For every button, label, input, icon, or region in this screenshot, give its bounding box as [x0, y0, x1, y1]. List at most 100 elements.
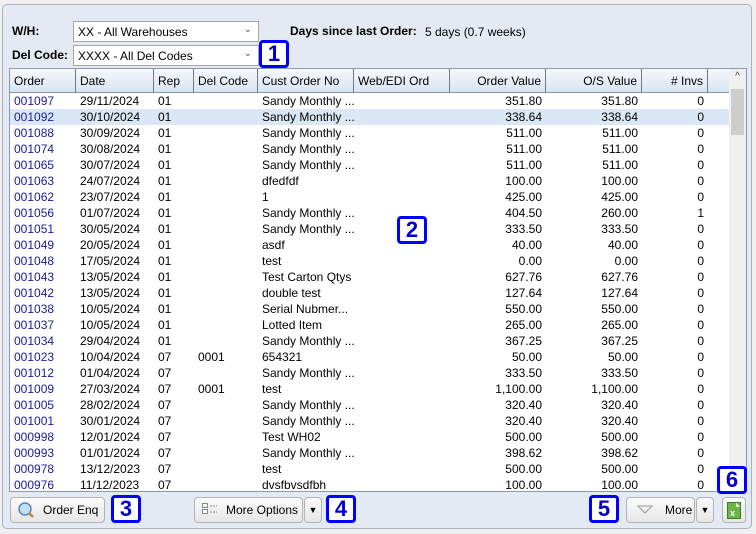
cell-date: 13/12/2023	[80, 462, 141, 476]
cell-num-invs: 0	[697, 190, 704, 204]
col-num-invs[interactable]: # Invs	[642, 69, 708, 93]
cell-date: 30/07/2024	[80, 158, 141, 172]
cell-order-value: 627.76	[505, 270, 542, 284]
table-row[interactable]: 001001 30/01/2024 07 Sandy Monthly ... 320.4…	[10, 413, 730, 429]
days-since-value: 5 days (0.7 weeks)	[425, 25, 526, 39]
cell-cust-order-no: Lotted Item	[262, 318, 323, 332]
cell-order-value: 100.00	[505, 174, 542, 188]
cell-date: 30/08/2024	[80, 142, 141, 156]
cell-os-value: 260.00	[601, 206, 638, 220]
table-header: Order Date Rep Del Code Cust Order No We…	[10, 69, 730, 93]
cell-date: 10/05/2024	[80, 302, 141, 316]
cell-num-invs: 0	[697, 318, 704, 332]
scroll-up-icon[interactable]: ^	[729, 71, 746, 82]
table-row[interactable]: 001012 01/04/2024 07 Sandy Monthly ... 333.5…	[10, 365, 730, 381]
cell-num-invs: 1	[697, 206, 704, 220]
col-web-edi-ord[interactable]: Web/EDI Ord	[354, 69, 450, 93]
table-row[interactable]: 000976 11/12/2023 07 dvsfbvsdfbh 100.00 100.0…	[10, 477, 730, 492]
table-row[interactable]: 001051 30/05/2024 01 Sandy Monthly ... 333.5…	[10, 221, 730, 237]
order-enq-button[interactable]: Order Enq	[10, 497, 105, 523]
table-row[interactable]: 001023 10/04/2024 07 0001 654321 50.00 50.00 0	[10, 349, 730, 365]
table-row[interactable]: 001009 27/03/2024 07 0001 test 1,100.00 1,100.…	[10, 381, 730, 397]
table-row[interactable]: 000978 13/12/2023 07 test 500.00 500.00 0	[10, 461, 730, 477]
cell-os-value: 351.80	[601, 94, 638, 108]
col-order-value[interactable]: Order Value	[450, 69, 546, 93]
table-row[interactable]: 000993 01/01/2024 07 Sandy Monthly ... 398.6…	[10, 445, 730, 461]
col-os-value[interactable]: O/S Value	[546, 69, 642, 93]
cell-os-value: 100.00	[601, 174, 638, 188]
table-row[interactable]: 001043 13/05/2024 01 Test Carton Qtys 627.76…	[10, 269, 730, 285]
warehouse-dropdown[interactable]: XX - All Warehouses ⌄	[73, 21, 259, 42]
cell-order: 001056	[14, 206, 55, 220]
cell-date: 30/05/2024	[80, 222, 141, 236]
delcode-dropdown[interactable]: XXXX - All Del Codes ⌄	[73, 45, 259, 66]
cell-rep: 07	[158, 462, 172, 476]
more-dropdown-button[interactable]: ▼	[696, 497, 714, 523]
cell-cust-order-no: test	[262, 462, 282, 476]
more-options-button[interactable]: More Options	[194, 497, 303, 523]
table-row[interactable]: 001034 29/04/2024 01 Sandy Monthly ... 367.2…	[10, 333, 730, 349]
table-row[interactable]: 001037 10/05/2024 01 Lotted Item 265.00 265.0…	[10, 317, 730, 333]
table-row[interactable]: 001005 28/02/2024 07 Sandy Monthly ... 320.4…	[10, 397, 730, 413]
table-row[interactable]: 001063 24/07/2024 01 dfedfdf 100.00 100.00 0	[10, 173, 730, 189]
table-row[interactable]: 001062 23/07/2024 01 1 425.00 425.00 0	[10, 189, 730, 205]
cell-os-value: 40.00	[607, 238, 638, 252]
table-row[interactable]: 001042 13/05/2024 01 double test 127.64 127.6…	[10, 285, 730, 301]
col-order[interactable]: Order	[10, 69, 76, 93]
cell-order: 000993	[14, 446, 55, 460]
cell-order: 001063	[14, 174, 55, 188]
cell-order: 001049	[14, 238, 55, 252]
cell-rep: 01	[158, 190, 172, 204]
cell-num-invs: 0	[697, 430, 704, 444]
annotation-badge-6: 6	[717, 466, 747, 494]
export-excel-button[interactable]: x	[722, 497, 746, 523]
cell-order-value: 367.25	[505, 334, 542, 348]
cell-os-value: 425.00	[601, 190, 638, 204]
cell-os-value: 367.25	[601, 334, 638, 348]
cell-date: 10/04/2024	[80, 350, 141, 364]
cell-order: 000998	[14, 430, 55, 444]
col-rep[interactable]: Rep	[154, 69, 194, 93]
cell-del-code: 0001	[198, 382, 225, 396]
cell-rep: 01	[158, 206, 172, 220]
table-row[interactable]: 001038 10/05/2024 01 Serial Nubmer... 550.00…	[10, 301, 730, 317]
cell-order: 000976	[14, 478, 55, 492]
cell-rep: 07	[158, 398, 172, 412]
cell-num-invs: 0	[697, 286, 704, 300]
cell-num-invs: 0	[697, 382, 704, 396]
cell-os-value: 627.76	[601, 270, 638, 284]
vertical-scrollbar[interactable]: ^	[729, 69, 746, 491]
table-row[interactable]: 000998 12/01/2024 07 Test WH02 500.00 500.00 0	[10, 429, 730, 445]
cell-os-value: 333.50	[601, 222, 638, 236]
options-list-icon	[202, 503, 217, 514]
cell-order-value: 100.00	[505, 478, 542, 492]
col-cust-order-no[interactable]: Cust Order No	[258, 69, 354, 93]
cell-order: 001043	[14, 270, 55, 284]
more-options-dropdown-button[interactable]: ▼	[304, 497, 322, 523]
col-del-code[interactable]: Del Code	[194, 69, 258, 93]
cell-order: 001005	[14, 398, 55, 412]
cell-order-value: 511.00	[506, 158, 542, 172]
table-row[interactable]: 001048 17/05/2024 01 test 0.00 0.00 0	[10, 253, 730, 269]
cell-order-value: 333.50	[505, 366, 542, 380]
cell-rep: 07	[158, 446, 172, 460]
table-row[interactable]: 001056 01/07/2024 01 Sandy Monthly ... 404.5…	[10, 205, 730, 221]
cell-order-value: 500.00	[505, 430, 542, 444]
more-button[interactable]: More	[626, 497, 695, 523]
table-row[interactable]: 001049 20/05/2024 01 asdf 40.00 40.00 0	[10, 237, 730, 253]
table-row[interactable]: 001065 30/07/2024 01 Sandy Monthly ... 511.0…	[10, 157, 730, 173]
col-date[interactable]: Date	[76, 69, 154, 93]
cell-rep: 01	[158, 142, 172, 156]
cell-rep: 01	[158, 238, 172, 252]
cell-os-value: 500.00	[601, 430, 638, 444]
cell-order-value: 40.00	[511, 238, 542, 252]
table-row[interactable]: 001088 30/09/2024 01 Sandy Monthly ... 511.0…	[10, 125, 730, 141]
scroll-thumb[interactable]	[731, 89, 744, 135]
table-row[interactable]: 001097 29/11/2024 01 Sandy Monthly ... 351.8…	[10, 93, 730, 109]
cell-rep: 07	[158, 382, 172, 396]
cell-date: 20/05/2024	[80, 238, 141, 252]
table-row[interactable]: 001092 30/10/2024 01 Sandy Monthly ... 338.6…	[10, 109, 730, 125]
table-row[interactable]: 001074 30/08/2024 01 Sandy Monthly ... 511.0…	[10, 141, 730, 157]
cell-cust-order-no: Sandy Monthly ...	[262, 222, 354, 236]
cell-os-value: 320.40	[601, 398, 638, 412]
